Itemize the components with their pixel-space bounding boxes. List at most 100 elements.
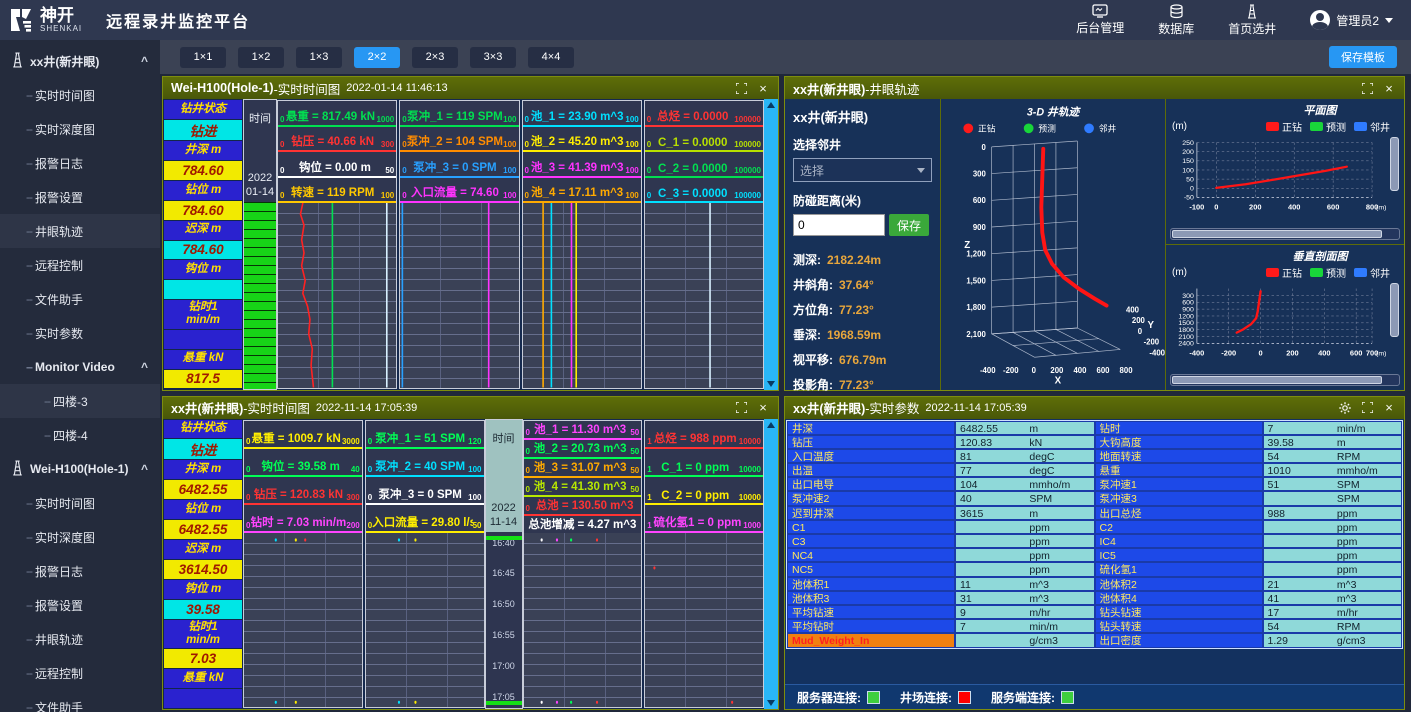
close-icon[interactable]: × [1382,81,1396,95]
close-icon[interactable]: × [756,401,770,415]
layout-button-2×2[interactable]: 2×2 [354,47,400,68]
sidebar-item-20[interactable]: --文件助手 [0,690,160,712]
track-header: 0池_1 = 11.30 m^3500池_2 = 20.73 m^3500池_3… [524,421,642,533]
svg-text:150: 150 [1182,158,1194,165]
sidebar-item-2[interactable]: --实时时间图 [0,78,160,112]
curve-label: 泵冲_3 = 0 SPM [407,159,503,175]
expand-icon[interactable] [1360,401,1374,415]
save-distance-button[interactable]: 保存 [889,214,929,236]
sidebar-item-17[interactable]: --报警设置 [0,588,160,622]
vertical-scrollbar[interactable] [764,99,778,390]
sidebar-item-11[interactable]: --四楼-3 [0,384,160,418]
offset-well-select[interactable]: 选择 [793,158,932,182]
track-header: 0总烃 = 0.00001000000C_1 = 0.00001000000C_… [645,101,763,203]
track-header: 0泵冲_1 = 119 SPM1000泵冲_2 = 104 SPM1000泵冲_… [400,101,518,203]
curve-label: 池_3 = 41.39 m^3 [529,159,625,175]
layout-button-2×3[interactable]: 2×3 [412,47,458,68]
svg-text:Z: Z [964,240,970,251]
curve-tracks-left: 0悬重 = 1009.7 kN30000钩位 = 39.58 m400钻压 = … [243,419,485,710]
distance-input[interactable] [793,214,885,236]
stat-value: 1968.59m [827,323,881,348]
nav-item-1[interactable]: 后台管理 [1076,4,1124,37]
layout-button-1×3[interactable]: 1×3 [296,47,342,68]
legend-item: 正钻 [1266,265,1302,280]
legend-item: 预测 [1310,119,1346,134]
curve-scale-row: 0泵冲_1 = 51 SPM120 [366,421,484,449]
expand-icon[interactable] [734,401,748,415]
svg-text:600: 600 [973,196,987,205]
vertical-scrollbar[interactable] [1389,135,1400,226]
curve-label: 入口流量 = 29.80 l/s [372,514,472,530]
param-value: 31 [960,592,1029,604]
legend-item: 预测 [1310,265,1346,280]
panel-time-chart-1: Wei-H100(Hole-1)-实时时间图 2022-01-14 11:46:… [162,76,779,391]
chevron-up-icon: ^ [141,360,148,374]
save-template-button[interactable]: 保存模板 [1329,46,1397,68]
scale-max: 100 [625,191,638,200]
param-value: 7 [960,620,1029,632]
sidebar-item-3[interactable]: --实时深度图 [0,112,160,146]
sidebar-item-19[interactable]: --远程控制 [0,656,160,690]
sidebar-item-4[interactable]: --报警日志 [0,146,160,180]
unit-label: (m) [1172,267,1187,278]
gear-icon[interactable] [1338,401,1352,415]
expand-icon[interactable] [734,81,748,95]
curve-scale-row: 0池_4 = 17.11 m^3100 [523,178,641,204]
sidebar-item-10[interactable]: --Monitor Video^ [0,350,160,384]
horizontal-scrollbar[interactable] [1170,228,1400,240]
curve-track-1: 0悬重 = 1009.7 kN30000钩位 = 39.58 m400钻压 = … [243,420,363,709]
svg-text:0: 0 [1138,327,1143,336]
sidebar-item-12[interactable]: --四楼-4 [0,418,160,452]
sidebar-item-1[interactable]: xx井(新井眼)^ [0,44,160,78]
layout-button-1×1[interactable]: 1×1 [180,47,226,68]
nav-item-2[interactable]: 数据库 [1158,4,1194,37]
curve-scale-row: 0钩位 = 39.58 m40 [244,449,362,477]
sidebar-item-13[interactable]: Wei-H100(Hole-1)^ [0,452,160,486]
vertical-scrollbar[interactable] [1389,281,1400,372]
brand-name-cn: 神开 [40,7,82,24]
sidebar-item-9[interactable]: --实时参数 [0,316,160,350]
curve-label: 泵冲_2 = 40 SPM [372,458,468,474]
sidebar-item-label: 四楼-4 [53,427,88,444]
horizontal-scrollbar[interactable] [1170,374,1400,386]
param-value-cell: ppm [955,520,1095,534]
layout-button-1×2[interactable]: 1×2 [238,47,284,68]
user-menu[interactable]: 管理员2 [1310,10,1393,30]
vertical-scrollbar[interactable] [764,419,778,710]
sidebar-item-5[interactable]: --报警设置 [0,180,160,214]
sidebar-item-14[interactable]: --实时时间图 [0,486,160,520]
curve-tracks-right: 0池_1 = 11.30 m^3500池_2 = 20.73 m^3500池_3… [523,419,765,710]
sidebar-item-16[interactable]: --报警日志 [0,554,160,588]
expand-icon[interactable] [1360,81,1374,95]
close-icon[interactable]: × [756,81,770,95]
curve-label: 悬重 = 817.49 kN [284,108,376,124]
section-legend: 正钻 预测邻井 [1266,265,1390,280]
app: 神开 SHENKAI 远程录井监控平台 后台管理数据库首页选井 管理员2 xx井… [0,0,1411,712]
sidebar-item-6[interactable]: --井眼轨迹 [0,214,160,248]
tree-connector: -- [26,224,32,238]
legend-item: 邻井 [1354,265,1390,280]
sidebar-item-label: 远程控制 [35,665,83,682]
nav-item-3[interactable]: 首页选井 [1228,4,1276,37]
time-strip [244,202,276,389]
curve-label: 转速 = 119 RPM [284,184,380,200]
sidebar-item-18[interactable]: --井眼轨迹 [0,622,160,656]
sidebar-item-7[interactable]: --远程控制 [0,248,160,282]
param-unit: m/hr [1029,606,1093,618]
sidebar-item-15[interactable]: --实时深度图 [0,520,160,554]
trajectory-3d-chart: 3-D 井轨迹正钻预测邻井03006009001,2001,5001,8002,… [941,99,1166,390]
param-label: 池体积1 [787,577,955,591]
gauge-label: 钻井状态 [164,420,242,439]
param-label: 钻头转速 [1095,619,1263,633]
layout-button-3×3[interactable]: 3×3 [470,47,516,68]
gauge-label: 井深 m [164,460,242,479]
track-header: 1总烃 = 988 ppm100001C_1 = 0 ppm100001C_2 … [645,421,763,533]
legend-label: 预测 [1326,265,1346,280]
layout-button-4×4[interactable]: 4×4 [528,47,574,68]
svg-text:300: 300 [1182,293,1194,300]
sidebar-item-8[interactable]: --文件助手 [0,282,160,316]
track-chart [400,203,518,388]
svg-text:200: 200 [1132,316,1146,325]
legend-swatch [1266,268,1279,277]
close-icon[interactable]: × [1382,401,1396,415]
